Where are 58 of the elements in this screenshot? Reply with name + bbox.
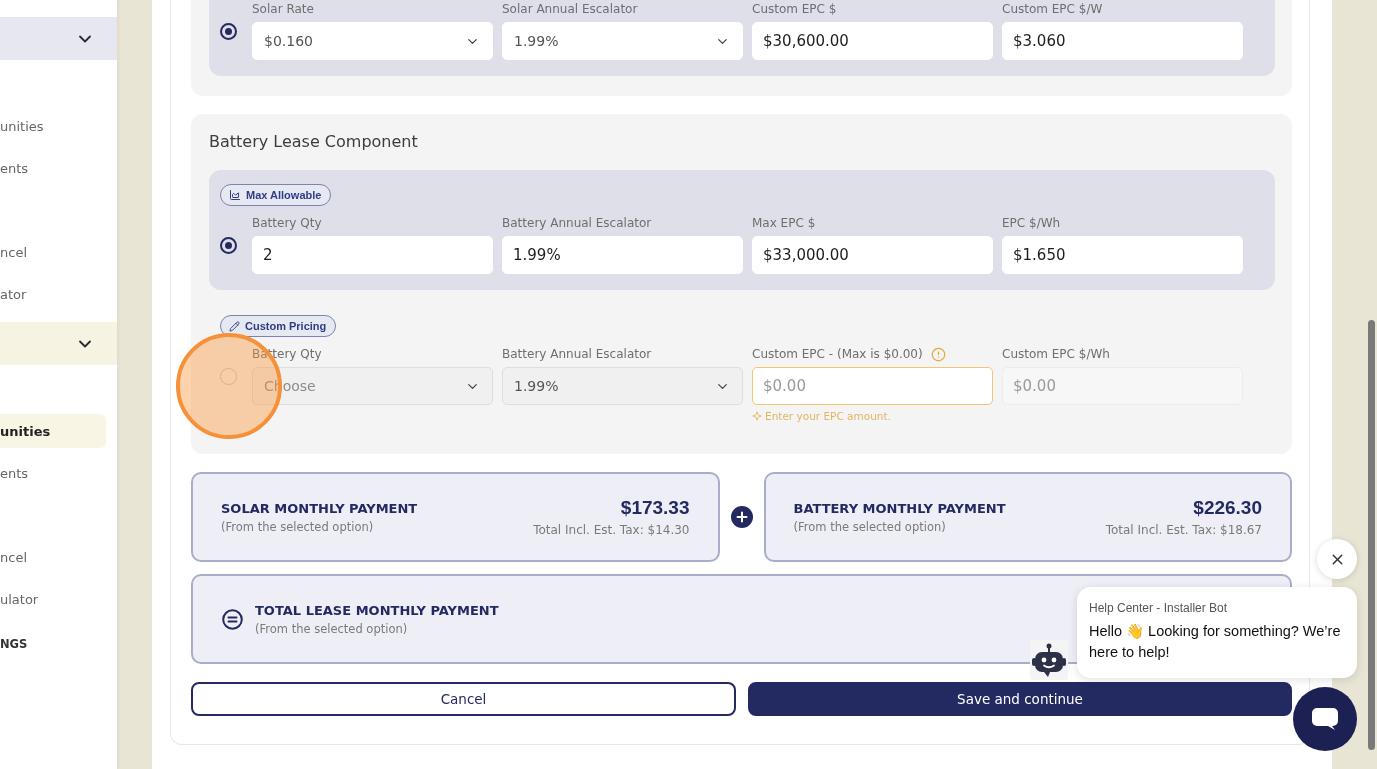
chat-button[interactable]: [1293, 687, 1357, 751]
field-label: Battery Annual Escalator: [502, 216, 652, 231]
sidebar-item[interactable]: NGS: [0, 627, 117, 661]
pencil-icon: [229, 320, 240, 332]
select-field[interactable]: 1.99%: [502, 22, 743, 60]
sidebar-item[interactable]: unities: [0, 414, 106, 448]
payment-amount: $173.33: [620, 497, 690, 519]
payment-subtitle: (From the selected option): [221, 519, 374, 534]
badge-label: Max Allowable: [246, 189, 322, 201]
badge-label: Custom Pricing: [245, 320, 327, 332]
section-title: Battery Lease Component: [209, 132, 419, 152]
close-button[interactable]: [1317, 539, 1357, 579]
field-label: Solar Rate: [252, 2, 314, 17]
input-field[interactable]: $0.00: [752, 367, 993, 405]
sidebar-item[interactable]: ents: [0, 456, 106, 490]
field-label: Custom EPC $/W: [1002, 2, 1103, 17]
field-label: Custom EPC $: [752, 2, 837, 17]
payment-subtitle: (From the selected option): [793, 519, 946, 534]
field-label: Custom EPC $/Wh: [1002, 347, 1110, 362]
plus-icon: [730, 506, 753, 528]
select-field[interactable]: $0.160: [252, 22, 493, 60]
payment-title: TOTAL LEASE MONTHLY PAYMENT: [255, 602, 499, 618]
payment-amount: $226.30: [1193, 497, 1262, 519]
chat-message: Hello 👋 Looking for something? We’re here to help!: [1089, 622, 1342, 662]
input-field[interactable]: 1.99%: [502, 236, 743, 274]
payment-subtitle: (From the selected option): [255, 621, 408, 636]
input-field[interactable]: $33,000.00: [752, 236, 993, 274]
field-label: Max EPC $: [752, 216, 816, 231]
input-field[interactable]: 2: [252, 236, 493, 274]
sidebar-item[interactable]: ents: [0, 151, 106, 185]
input-field[interactable]: $30,600.00: [752, 22, 993, 60]
radio-button[interactable]: [220, 237, 237, 254]
radio-button[interactable]: [220, 23, 237, 40]
chat-title: Help Center - Installer Bot: [1089, 601, 1229, 615]
save-button[interactable]: Save and continue: [748, 682, 1292, 716]
chat-bubble-icon: [1311, 707, 1339, 731]
input-field[interactable]: $1.650: [1002, 236, 1243, 274]
field-label: EPC $/Wh: [1002, 216, 1061, 231]
field-label: Solar Annual Escalator: [502, 2, 638, 17]
equals-icon: [222, 608, 243, 630]
sidebar-item[interactable]: ncel: [0, 235, 106, 269]
payment-title: SOLAR MONTHLY PAYMENT: [221, 500, 418, 516]
chart-icon: [229, 189, 241, 201]
tax-text: Total Incl. Est. Tax: $18.67: [1105, 523, 1262, 537]
tax-text: Total Incl. Est. Tax: $14.30: [533, 523, 690, 537]
scrollbar-thumb[interactable]: [1367, 320, 1375, 750]
sidebar-item[interactable]: ator: [0, 277, 106, 311]
sidebar-item[interactable]: unities: [0, 109, 106, 143]
sparkle-icon: [752, 410, 762, 421]
sidebar-item[interactable]: ncel: [0, 540, 106, 574]
input-field[interactable]: $3.060: [1002, 22, 1243, 60]
field-label: Battery Qty: [252, 216, 322, 231]
cancel-button[interactable]: Cancel: [191, 682, 736, 716]
field-label: Battery Annual Escalator: [502, 347, 652, 362]
payment-title: BATTERY MONTHLY PAYMENT: [793, 500, 1006, 516]
hint-text: Enter your EPC amount.: [765, 409, 891, 422]
field-label: Custom EPC - (Max is $0.00): [752, 347, 923, 362]
sidebar-item[interactable]: ulator: [0, 582, 106, 616]
